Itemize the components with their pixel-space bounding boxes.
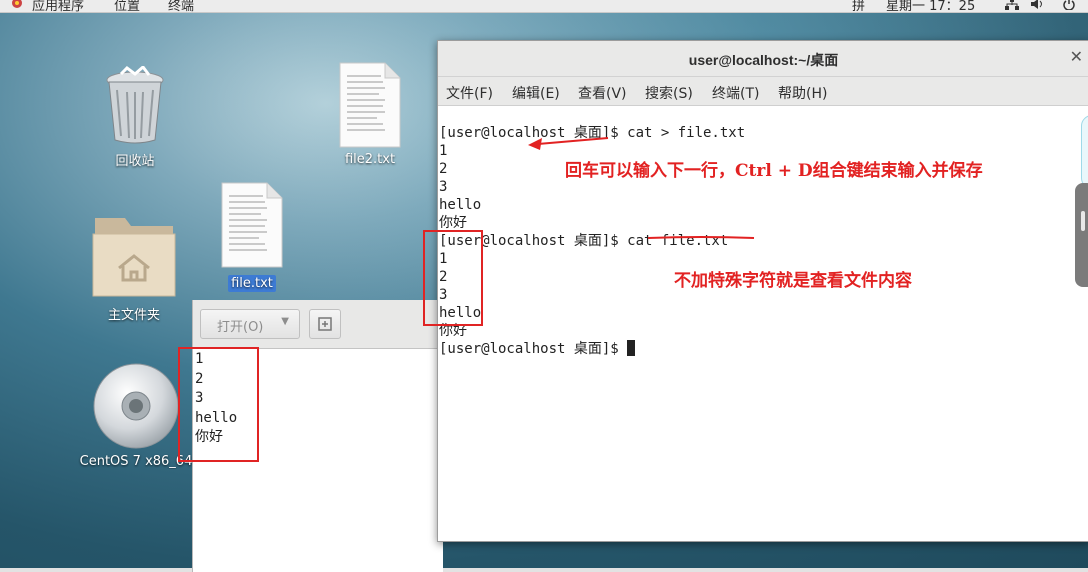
desktop-icon-label: CentOS 7 x86_64 xyxy=(79,454,193,469)
terminal-menubar: 文件(F) 编辑(E) 查看(V) 搜索(S) 终端(T) 帮助(H) xyxy=(438,77,1088,106)
applications-menu[interactable]: 应用程序 xyxy=(32,0,84,12)
desktop-icon-label: 回收站 xyxy=(115,154,155,169)
new-document-button[interactable] xyxy=(309,309,341,339)
new-document-icon xyxy=(318,317,332,331)
open-button[interactable]: 打开(O) ▼ xyxy=(200,309,300,339)
terminal-prompt-line: [user@localhost 桌面]$ xyxy=(439,340,745,358)
desktop-icon-label: file2.txt xyxy=(344,152,396,167)
power-icon[interactable] xyxy=(1062,0,1076,10)
terminal-line: hello xyxy=(439,305,482,321)
apps-menu-icon[interactable] xyxy=(10,0,24,9)
trash-icon xyxy=(106,64,164,144)
disc-icon xyxy=(93,363,179,449)
chevron-down-icon: ▼ xyxy=(281,316,289,327)
terminal-cursor xyxy=(627,340,636,356)
network-icon[interactable] xyxy=(1005,0,1019,10)
bottom-panel-edge xyxy=(0,568,1088,572)
desktop-icon-label: file.txt xyxy=(228,275,276,292)
annotation-note-1: 回车可以输入下一行，Ctrl + D组合键结束输入并保存 xyxy=(565,161,983,181)
desktop-icon-home[interactable]: 主文件夹 xyxy=(86,214,182,323)
side-panel-handle[interactable] xyxy=(1075,183,1088,287)
open-button-label: 打开(O) xyxy=(217,320,264,335)
menu-edit[interactable]: 编辑(E) xyxy=(512,83,560,103)
floating-assistant-widget[interactable] xyxy=(1081,115,1088,189)
highlight-box-terminal xyxy=(423,230,483,326)
menu-view[interactable]: 查看(V) xyxy=(578,83,627,103)
desktop-icon-file2[interactable]: file2.txt xyxy=(330,62,410,167)
close-icon[interactable]: ✕ xyxy=(1070,47,1083,66)
terminal-window: user@localhost:~/桌面 ✕ 文件(F) 编辑(E) 查看(V) … xyxy=(437,40,1088,542)
clock[interactable]: 星期一 17：25 xyxy=(886,0,975,12)
red-underline xyxy=(647,236,755,239)
editor-toolbar: 打开(O) ▼ xyxy=(193,300,443,349)
places-menu[interactable]: 位置 xyxy=(114,0,140,12)
terminal-prompt: [user@localhost 桌面]$ xyxy=(439,341,628,357)
terminal-line: 你好 xyxy=(439,215,467,231)
home-folder-icon xyxy=(92,218,176,297)
menu-help[interactable]: 帮助(H) xyxy=(778,83,827,103)
terminal-line: hello xyxy=(439,197,482,213)
highlight-box-editor xyxy=(178,347,259,462)
desktop-icon-label: 主文件夹 xyxy=(107,308,160,323)
terminal-line: 你好 xyxy=(439,323,467,339)
text-file-icon xyxy=(339,62,401,148)
input-method-indicator[interactable]: 拼 xyxy=(852,0,865,12)
annotation-note-2: 不加特殊字符就是查看文件内容 xyxy=(674,271,912,291)
desktop-icon-disc[interactable]: CentOS 7 x86_64 xyxy=(78,362,194,469)
desktop-icon-file[interactable]: file.txt xyxy=(212,182,292,292)
terminal-app-menu[interactable]: 终端 xyxy=(168,0,194,12)
terminal-titlebar[interactable]: user@localhost:~/桌面 ✕ xyxy=(438,41,1088,77)
volume-icon[interactable] xyxy=(1030,0,1046,10)
desktop-icon-trash[interactable]: 回收站 xyxy=(90,64,180,169)
menu-file[interactable]: 文件(F) xyxy=(446,83,493,103)
top-bar: 应用程序 位置 终端 拼 星期一 17：25 xyxy=(0,0,1088,13)
text-file-icon xyxy=(221,182,283,268)
menu-terminal[interactable]: 终端(T) xyxy=(712,83,759,103)
menu-search[interactable]: 搜索(S) xyxy=(645,83,693,103)
red-arrow xyxy=(528,137,609,150)
terminal-title: user@localhost:~/桌面 xyxy=(688,52,839,68)
